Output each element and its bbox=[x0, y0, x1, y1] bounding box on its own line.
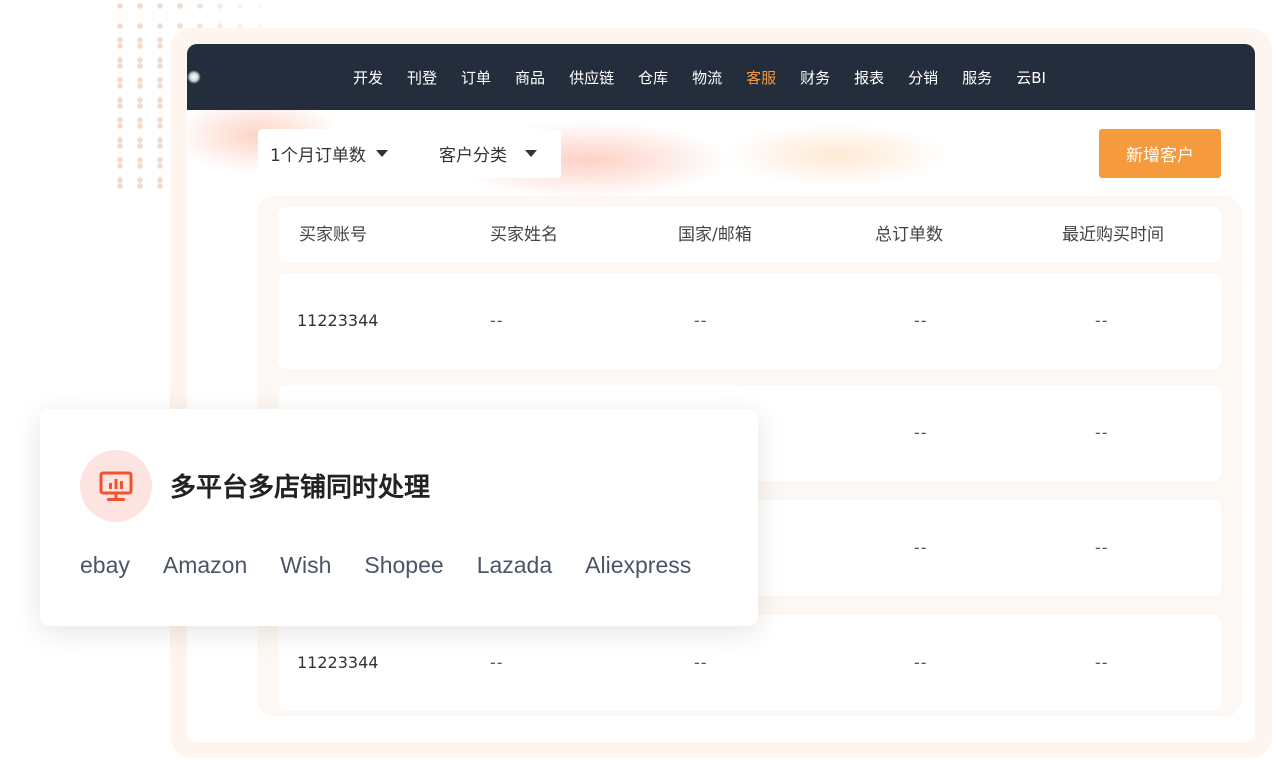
nav-item-customer-service[interactable]: 客服 bbox=[746, 67, 776, 88]
caret-down-icon bbox=[375, 150, 388, 157]
orders-count-dropdown[interactable]: 1个月订单数 bbox=[258, 129, 405, 178]
logo-flare-icon bbox=[187, 70, 201, 84]
nav-item-supply-chain[interactable]: 供应链 bbox=[569, 67, 614, 88]
nav-menu: 开发 刊登 订单 商品 供应链 仓库 物流 客服 财务 报表 分销 服务 云BI bbox=[353, 44, 1046, 110]
nav-item-finance[interactable]: 财务 bbox=[800, 67, 830, 88]
column-header-last-purchase: 最近购买时间 bbox=[1062, 225, 1164, 245]
cell-buyer-name: -- bbox=[490, 653, 504, 672]
add-customer-button[interactable]: 新增客户 bbox=[1099, 129, 1221, 178]
cell-last-purchase: -- bbox=[1095, 423, 1109, 442]
table-header-row: 买家账号 买家姓名 国家/邮箱 总订单数 最近购买时间 bbox=[278, 207, 1221, 263]
cell-last-purchase: -- bbox=[1095, 538, 1109, 557]
nav-item-orders[interactable]: 订单 bbox=[461, 67, 491, 88]
column-header-total-orders: 总订单数 bbox=[875, 225, 943, 245]
table-row[interactable]: 11223344 -- -- -- -- bbox=[278, 615, 1221, 711]
platform-list: ebay Amazon Wish Shopee Lazada Aliexpres… bbox=[80, 552, 691, 579]
nav-item-services[interactable]: 服务 bbox=[962, 67, 992, 88]
caret-down-icon bbox=[525, 150, 537, 157]
column-header-buyer-name: 买家姓名 bbox=[490, 225, 558, 245]
cell-buyer-account: 11223344 bbox=[297, 311, 379, 330]
column-header-buyer-account: 买家账号 bbox=[299, 225, 367, 245]
platform-wish[interactable]: Wish bbox=[280, 552, 331, 579]
nav-item-warehouse[interactable]: 仓库 bbox=[638, 67, 668, 88]
nav-item-cloud-bi[interactable]: 云BI bbox=[1016, 67, 1046, 88]
customer-category-dropdown-label: 客户分类 bbox=[439, 146, 507, 166]
feature-title: 多平台多店铺同时处理 bbox=[170, 473, 431, 503]
app-window: 开发 刊登 订单 商品 供应链 仓库 物流 客服 财务 报表 分销 服务 云BI… bbox=[187, 44, 1255, 742]
platform-shopee[interactable]: Shopee bbox=[364, 552, 443, 579]
platform-ebay[interactable]: ebay bbox=[80, 552, 130, 579]
cell-total-orders: -- bbox=[914, 423, 928, 442]
monitor-chart-icon bbox=[99, 471, 133, 501]
cell-total-orders: -- bbox=[914, 311, 928, 330]
column-header-country-email: 国家/邮箱 bbox=[678, 225, 752, 245]
cell-total-orders: -- bbox=[914, 538, 928, 557]
nav-item-listing[interactable]: 刊登 bbox=[407, 67, 437, 88]
cell-last-purchase: -- bbox=[1095, 311, 1109, 330]
cell-country-email: -- bbox=[694, 311, 708, 330]
platform-aliexpress[interactable]: Aliexpress bbox=[585, 552, 691, 579]
feature-icon-badge bbox=[80, 450, 152, 522]
cell-last-purchase: -- bbox=[1095, 653, 1109, 672]
customer-category-dropdown[interactable]: 客户分类 bbox=[420, 129, 561, 178]
nav-item-reports[interactable]: 报表 bbox=[854, 67, 884, 88]
top-navigation-bar: 开发 刊登 订单 商品 供应链 仓库 物流 客服 财务 报表 分销 服务 云BI bbox=[187, 44, 1255, 110]
table-row[interactable]: 11223344 -- -- -- -- bbox=[278, 273, 1221, 369]
multi-platform-feature-card: 多平台多店铺同时处理 ebay Amazon Wish Shopee Lazad… bbox=[40, 409, 758, 626]
nav-item-develop[interactable]: 开发 bbox=[353, 67, 383, 88]
platform-amazon[interactable]: Amazon bbox=[163, 552, 247, 579]
orders-count-dropdown-label: 1个月订单数 bbox=[270, 146, 366, 166]
dot-pattern-decoration-left bbox=[110, 30, 170, 195]
cell-buyer-name: -- bbox=[490, 311, 504, 330]
nav-item-distribution[interactable]: 分销 bbox=[908, 67, 938, 88]
cell-total-orders: -- bbox=[914, 653, 928, 672]
nav-item-logistics[interactable]: 物流 bbox=[692, 67, 722, 88]
nav-item-products[interactable]: 商品 bbox=[515, 67, 545, 88]
cell-country-email: -- bbox=[694, 653, 708, 672]
platform-lazada[interactable]: Lazada bbox=[477, 552, 552, 579]
cell-buyer-account: 11223344 bbox=[297, 653, 379, 672]
